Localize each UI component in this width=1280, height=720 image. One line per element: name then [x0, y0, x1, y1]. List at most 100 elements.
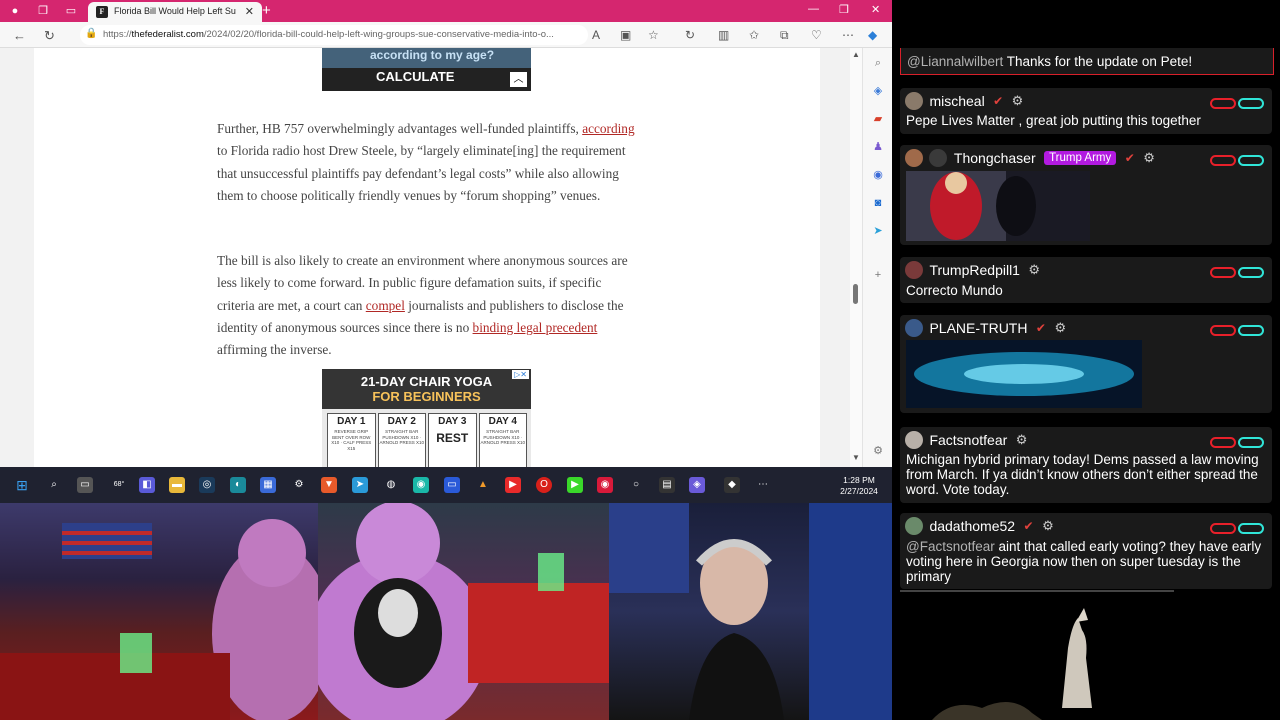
scroll-thumb[interactable]	[853, 284, 858, 304]
link-binding-legal-precedent[interactable]: binding legal precedent	[473, 320, 598, 335]
telegram-icon[interactable]: ➤	[352, 477, 368, 493]
extensions-refresh-icon[interactable]: ↻	[685, 28, 695, 42]
chat-username[interactable]: mischeal	[929, 93, 984, 109]
user-gear-icon[interactable]: ⚙	[1012, 93, 1024, 108]
obs-icon[interactable]: ◉	[413, 477, 429, 493]
people-icon[interactable]: ♟	[871, 140, 885, 154]
user-gear-icon[interactable]: ⚙	[1028, 262, 1040, 277]
mod-red-toggle-icon[interactable]	[1210, 325, 1236, 336]
new-tab-icon[interactable]: +	[262, 2, 271, 19]
ad-collapse-icon[interactable]: ︿	[510, 72, 527, 87]
mod-red-toggle-icon[interactable]	[1210, 523, 1236, 534]
mod-green-toggle-icon[interactable]	[1238, 437, 1264, 448]
store-icon[interactable]: ▦	[260, 477, 276, 493]
copilot-icon[interactable]: ◆	[868, 28, 877, 42]
steam-icon[interactable]: ◎	[199, 477, 215, 493]
scroll-down-icon[interactable]: ▼	[852, 453, 860, 462]
mod-red-toggle-icon[interactable]	[1210, 98, 1236, 109]
chat-username[interactable]: Factsnotfear	[929, 432, 1007, 448]
mod-green-toggle-icon[interactable]	[1238, 325, 1264, 336]
link-compel[interactable]: compel	[366, 298, 405, 313]
task-view-icon[interactable]: ▭	[77, 477, 93, 493]
user-gear-icon[interactable]: ⚙	[1016, 432, 1028, 447]
brave-icon[interactable]: ▼	[321, 477, 337, 493]
chat-username[interactable]: PLANE-TRUTH	[929, 320, 1027, 336]
refresh-icon[interactable]: ↻	[44, 28, 55, 44]
opera-icon[interactable]: O	[536, 477, 552, 493]
scroll-up-icon[interactable]: ▲	[852, 50, 860, 59]
tab-active[interactable]: F Florida Bill Would Help Left Su ✕	[88, 2, 262, 22]
app-purple-icon[interactable]: ◈	[689, 477, 705, 493]
edge-taskbar-icon[interactable]: ◐	[230, 477, 246, 493]
vlc-icon[interactable]: ▲	[475, 477, 491, 493]
file-explorer-icon[interactable]: ▬	[169, 477, 185, 493]
rumble-icon[interactable]: ▶	[567, 477, 583, 493]
clock-time: 1:28 PM	[843, 475, 875, 485]
send-icon[interactable]: ➤	[871, 224, 885, 238]
chat-username[interactable]: Thongchaser	[954, 150, 1036, 166]
shopping-tag-icon[interactable]: ◈	[871, 84, 885, 98]
chat-username[interactable]: dadathome52	[929, 518, 1015, 534]
restore-icon[interactable]: ❐	[839, 3, 849, 16]
youtube-icon[interactable]: ▶	[505, 477, 521, 493]
mod-green-toggle-icon[interactable]	[1238, 523, 1264, 534]
search-icon[interactable]: ⌕	[871, 56, 885, 70]
mod-red-toggle-icon[interactable]	[1210, 267, 1236, 278]
close-tab-icon[interactable]: ✕	[245, 5, 254, 18]
chat-username[interactable]: TrumpRedpill1	[929, 262, 1020, 278]
verified-check-icon: ✔	[1023, 519, 1034, 533]
add-sidebar-app-icon[interactable]: +	[871, 268, 885, 282]
tab-actions-icon[interactable]: ▭	[64, 4, 78, 18]
mod-green-toggle-icon[interactable]	[1238, 267, 1264, 278]
sidebar-settings-icon[interactable]: ⚙	[871, 444, 885, 458]
more-menu-icon[interactable]: ⋯	[842, 28, 854, 42]
close-window-icon[interactable]: ✕	[871, 3, 880, 16]
ad-chair-yoga[interactable]: 21-DAY CHAIR YOGA FOR BEGINNERS ▷✕ DAY 1…	[322, 369, 531, 467]
minimize-icon[interactable]: —	[808, 3, 819, 15]
chat-image-blue-glow[interactable]	[906, 340, 1142, 408]
read-aloud-icon[interactable]: A	[592, 28, 600, 42]
split-screen-icon[interactable]: ▥	[718, 28, 729, 42]
mod-red-toggle-icon[interactable]	[1210, 155, 1236, 166]
back-icon[interactable]: ←	[13, 28, 26, 43]
favorite-star-icon[interactable]: ☆	[648, 28, 659, 42]
url-field[interactable]: 🔒 https://thefederalist.com/2024/02/20/f…	[80, 25, 588, 45]
app-news-icon[interactable]: ▤	[659, 477, 675, 493]
app-red-icon[interactable]: ◉	[597, 477, 613, 493]
chat-image-woman-red-dress[interactable]	[906, 171, 1090, 241]
ad-banner-top[interactable]: according to my age? CALCULATE ︿	[322, 48, 531, 91]
collections-icon[interactable]: ⧉	[780, 28, 789, 43]
settings-taskbar-icon[interactable]: ⚙	[291, 477, 307, 493]
user-gear-icon[interactable]: ⚙	[1042, 518, 1054, 533]
profile-icon[interactable]: ●	[8, 4, 22, 18]
weather-icon[interactable]: 68°	[108, 477, 130, 493]
chat-mention[interactable]: @Liannalwilbert	[907, 54, 1003, 69]
tools-icon[interactable]: ▰	[871, 112, 885, 126]
link-according[interactable]: according	[582, 121, 634, 136]
calculate-button[interactable]: CALCULATE	[376, 69, 454, 84]
start-menu-icon[interactable]: ⊞	[14, 477, 30, 493]
search-taskbar-icon[interactable]: ⌕	[46, 477, 62, 493]
ad-choices-icon[interactable]: ▷✕	[512, 370, 529, 379]
chat-mention[interactable]: @Factsnotfear	[906, 539, 995, 554]
system-clock[interactable]: 1:28 PM 2/27/2024	[826, 475, 892, 497]
more-apps-icon[interactable]: ⋯	[755, 477, 771, 493]
app-circle-icon[interactable]: ○	[628, 477, 644, 493]
teams-icon[interactable]: ◧	[139, 477, 155, 493]
browser-essentials-icon[interactable]: ♡	[811, 28, 822, 42]
favorites-icon[interactable]: ✩	[749, 28, 759, 42]
mod-green-toggle-icon[interactable]	[1238, 98, 1264, 109]
browser-window: ● ❐ ▭ F Florida Bill Would Help Left Su …	[0, 0, 892, 467]
page-scrollbar[interactable]: ▲ ▼	[850, 48, 862, 467]
app-dark-icon[interactable]: ◆	[724, 477, 740, 493]
user-gear-icon[interactable]: ⚙	[1054, 320, 1066, 335]
mod-red-toggle-icon[interactable]	[1210, 437, 1236, 448]
zoom-icon[interactable]: ▭	[444, 477, 460, 493]
app-available-icon[interactable]: ▣	[620, 28, 631, 42]
user-gear-icon[interactable]: ⚙	[1143, 150, 1155, 165]
chrome-icon[interactable]: ◍	[383, 477, 399, 493]
mod-green-toggle-icon[interactable]	[1238, 155, 1264, 166]
games-icon[interactable]: ◉	[871, 168, 885, 182]
outlook-icon[interactable]: ◙	[871, 196, 885, 210]
workspaces-icon[interactable]: ❐	[36, 4, 50, 18]
